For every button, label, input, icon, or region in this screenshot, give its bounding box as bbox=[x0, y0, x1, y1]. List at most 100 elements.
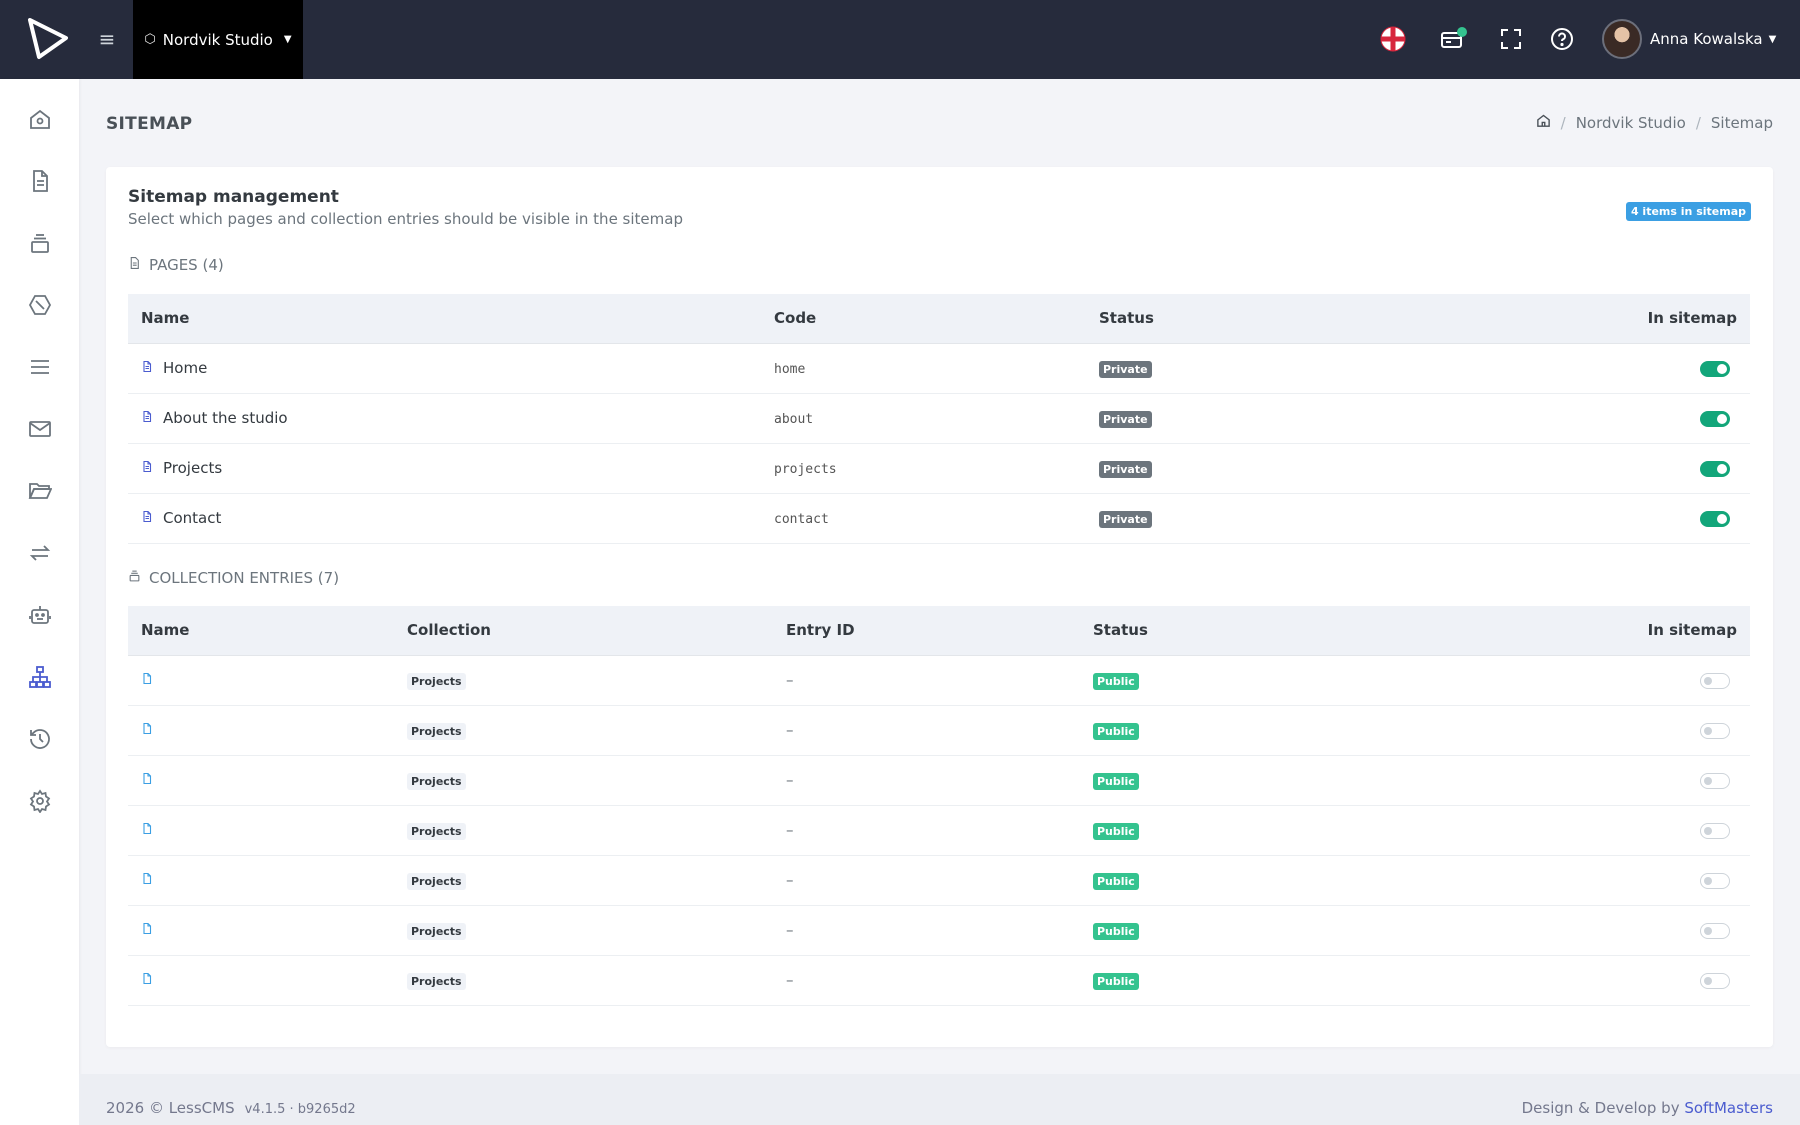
entry-id-cell: – bbox=[773, 955, 1080, 1006]
chevron-down-icon: ▼ bbox=[1768, 33, 1777, 45]
sitemap-card: Sitemap management Select which pages an… bbox=[106, 167, 1773, 1047]
file-icon bbox=[141, 871, 153, 889]
name-cell bbox=[128, 705, 394, 756]
code-cell: projects bbox=[761, 443, 1086, 494]
user-menu[interactable]: Anna Kowalska ▼ bbox=[1602, 19, 1776, 59]
sitemap-cell bbox=[1480, 905, 1750, 956]
status-badge: Public bbox=[1093, 973, 1139, 990]
sitemap-toggle[interactable] bbox=[1700, 410, 1730, 427]
status-cell: Public bbox=[1080, 755, 1480, 806]
home-icon[interactable] bbox=[24, 103, 56, 135]
status-cell: Private bbox=[1086, 393, 1486, 444]
entry-id: – bbox=[786, 721, 794, 739]
document-icon bbox=[141, 509, 153, 527]
sitemap-toggle[interactable] bbox=[1700, 922, 1730, 939]
name-cell bbox=[128, 755, 394, 806]
collection-badge: Projects bbox=[407, 973, 466, 990]
sitemap-toggle[interactable] bbox=[1700, 360, 1730, 377]
column-header: Status bbox=[1086, 294, 1486, 344]
collection-badge: Projects bbox=[407, 773, 466, 790]
breadcrumb-item: Sitemap bbox=[1710, 113, 1773, 132]
robot-icon[interactable] bbox=[24, 599, 56, 631]
name-cell bbox=[128, 905, 394, 956]
breadcrumb-item[interactable]: Nordvik Studio bbox=[1576, 114, 1686, 132]
column-header: Entry ID bbox=[773, 606, 1080, 656]
card-subtitle: Select which pages and collection entrie… bbox=[128, 210, 683, 228]
collection-badge: Projects bbox=[407, 923, 466, 940]
collection-cell: Projects bbox=[394, 655, 773, 706]
sitemap-toggle[interactable] bbox=[1700, 822, 1730, 839]
entry-id-cell: – bbox=[773, 805, 1080, 856]
help-icon[interactable] bbox=[1545, 22, 1579, 56]
entry-id: – bbox=[786, 871, 794, 889]
status-cell: Public bbox=[1080, 955, 1480, 1006]
name-cell bbox=[128, 655, 394, 706]
flag-england-icon[interactable] bbox=[1376, 22, 1410, 56]
name-cell: Home bbox=[128, 343, 761, 394]
sitemap-toggle[interactable] bbox=[1700, 872, 1730, 889]
sitemap-cell bbox=[1486, 393, 1750, 444]
user-name: Anna Kowalska bbox=[1650, 30, 1763, 48]
status-cell: Private bbox=[1086, 443, 1486, 494]
hexagon-icon[interactable] bbox=[24, 289, 56, 321]
entries-section-heading: COLLECTION ENTRIES (7) bbox=[128, 569, 339, 587]
hamburger-icon[interactable]: ≡ bbox=[96, 28, 118, 50]
sitemap-cell bbox=[1480, 705, 1750, 756]
column-header: Name bbox=[128, 606, 394, 656]
page-name[interactable]: Home bbox=[163, 359, 207, 377]
menu-icon[interactable] bbox=[24, 351, 56, 383]
column-header: In sitemap bbox=[1486, 294, 1750, 344]
pages-section-heading: PAGES (4) bbox=[128, 256, 224, 274]
sitemap-toggle[interactable] bbox=[1700, 672, 1730, 689]
folder-icon[interactable] bbox=[24, 475, 56, 507]
pages-table: Name Code Status In sitemap Home home Priv… bbox=[128, 294, 1750, 544]
layers-icon[interactable] bbox=[24, 227, 56, 259]
sitemap-toggle[interactable] bbox=[1700, 972, 1730, 989]
sitemap-icon[interactable] bbox=[24, 661, 56, 693]
name-cell: About the studio bbox=[128, 393, 761, 444]
arrows-swap-icon[interactable] bbox=[24, 537, 56, 569]
history-icon[interactable] bbox=[24, 723, 56, 755]
entry-id: – bbox=[786, 921, 794, 939]
gear-icon[interactable] bbox=[24, 785, 56, 817]
credit-brand-link[interactable]: SoftMasters bbox=[1684, 1099, 1773, 1117]
entry-id: – bbox=[786, 671, 794, 689]
document-icon[interactable] bbox=[24, 165, 56, 197]
sitemap-toggle[interactable] bbox=[1700, 460, 1730, 477]
sitemap-cell bbox=[1480, 655, 1750, 706]
sitemap-toggle[interactable] bbox=[1700, 510, 1730, 527]
status-cell: Public bbox=[1080, 655, 1480, 706]
table-row: Projects – Public bbox=[128, 855, 1750, 906]
status-cell: Public bbox=[1080, 855, 1480, 906]
column-header: Status bbox=[1080, 606, 1480, 656]
footer-copyright: 2026 © LessCMS v4.1.5 · b9265d2 bbox=[106, 1099, 356, 1117]
card-title: Sitemap management bbox=[128, 187, 339, 207]
file-icon bbox=[141, 821, 153, 839]
status-badge: Public bbox=[1093, 773, 1139, 790]
notification-card-icon[interactable] bbox=[1437, 22, 1471, 56]
page-name[interactable]: About the studio bbox=[163, 409, 288, 427]
breadcrumb: / Nordvik Studio / Sitemap bbox=[1536, 113, 1773, 132]
mail-icon[interactable] bbox=[24, 413, 56, 445]
fullscreen-icon[interactable] bbox=[1494, 22, 1528, 56]
status-badge: Public bbox=[1093, 723, 1139, 740]
home-icon[interactable] bbox=[1536, 113, 1551, 132]
table-header-row: Name Collection Entry ID Status In sitem… bbox=[128, 606, 1750, 656]
collection-cell: Projects bbox=[394, 955, 773, 1006]
page-code: about bbox=[774, 412, 814, 427]
sitemap-toggle[interactable] bbox=[1700, 772, 1730, 789]
sitemap-cell bbox=[1480, 805, 1750, 856]
table-row: Projects – Public bbox=[128, 755, 1750, 806]
sitemap-cell bbox=[1480, 755, 1750, 806]
name-cell bbox=[128, 805, 394, 856]
project-switcher[interactable]: ⬡ Nordvik Studio ▼ bbox=[133, 0, 303, 79]
name-cell bbox=[128, 955, 394, 1006]
status-badge: Public bbox=[1093, 673, 1139, 690]
logo-icon[interactable] bbox=[26, 17, 70, 61]
page-name[interactable]: Projects bbox=[163, 459, 222, 477]
table-row: Home home Private bbox=[128, 343, 1750, 394]
entry-id-cell: – bbox=[773, 855, 1080, 906]
sitemap-toggle[interactable] bbox=[1700, 722, 1730, 739]
document-icon bbox=[128, 256, 141, 274]
page-name[interactable]: Contact bbox=[163, 509, 221, 527]
